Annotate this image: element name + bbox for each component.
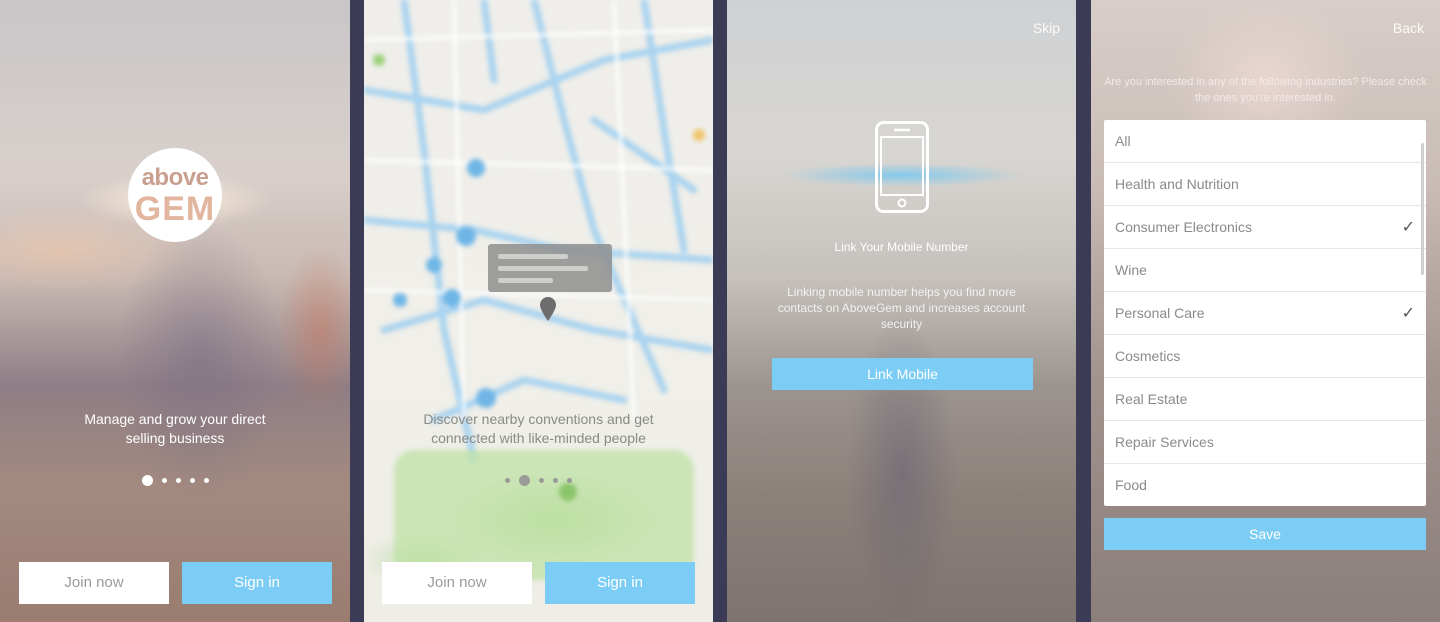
blurred-map-background: [364, 0, 713, 580]
industry-row[interactable]: Health and Nutrition: [1104, 163, 1426, 206]
page-indicator: [0, 475, 350, 486]
industry-label: Personal Care: [1115, 305, 1205, 321]
industries-question: Are you interested in any of the followi…: [1104, 76, 1427, 104]
logo-text-bottom: GEM: [134, 190, 216, 228]
page-dot[interactable]: [161, 478, 167, 483]
page-indicator: [364, 475, 713, 486]
industry-label: Real Estate: [1115, 391, 1188, 407]
industry-row[interactable]: Personal Care ✓: [1104, 292, 1426, 335]
onboarding-screens: above GEM Manage and grow your direct se…: [0, 0, 1440, 622]
industry-label: Cosmetics: [1115, 348, 1181, 364]
sign-in-button[interactable]: Sign in: [182, 562, 332, 604]
industry-row[interactable]: All: [1104, 120, 1426, 163]
link-mobile-description: Linking mobile number helps you find mor…: [777, 285, 1026, 331]
page-dot-active[interactable]: [519, 475, 530, 486]
industry-row[interactable]: Real Estate: [1104, 378, 1426, 421]
discover-screen: Discover nearby conventions and get conn…: [364, 0, 713, 622]
link-mobile-screen: Skip Link Your Mobile Number Linking mob…: [727, 0, 1076, 622]
checkmark-icon: ✓: [1401, 219, 1415, 236]
link-mobile-button[interactable]: Link Mobile: [772, 358, 1033, 390]
back-button[interactable]: Back: [1393, 20, 1424, 36]
industry-row[interactable]: Wine: [1104, 249, 1426, 292]
join-now-button[interactable]: Join now: [382, 562, 532, 604]
industry-label: Health and Nutrition: [1115, 176, 1239, 192]
industry-list: All Health and Nutrition Consumer Electron…: [1104, 120, 1426, 506]
location-callout: [488, 244, 612, 292]
save-button[interactable]: Save: [1104, 518, 1426, 550]
page-dot[interactable]: [175, 478, 181, 483]
industry-row[interactable]: Cosmetics: [1104, 335, 1426, 378]
join-now-button[interactable]: Join now: [19, 562, 169, 604]
list-scrollbar[interactable]: [1421, 143, 1424, 275]
map-pin-icon: [540, 297, 556, 321]
industry-row[interactable]: Repair Services: [1104, 421, 1426, 464]
industry-label: Repair Services: [1115, 434, 1214, 450]
page-dot-active[interactable]: [141, 475, 153, 486]
welcome-tagline: Manage and grow your direct selling busi…: [84, 411, 266, 446]
link-mobile-title: Link Your Mobile Number: [834, 240, 969, 254]
industries-screen: Back Are you interested in any of the fo…: [1091, 0, 1440, 622]
industry-label: Consumer Electronics: [1115, 219, 1252, 235]
abovegem-logo: above GEM: [128, 148, 222, 242]
skip-button[interactable]: Skip: [1033, 20, 1060, 36]
industry-row[interactable]: Consumer Electronics ✓: [1104, 206, 1426, 249]
page-dot[interactable]: [505, 478, 510, 483]
page-dot[interactable]: [189, 478, 195, 483]
page-dot[interactable]: [553, 478, 558, 483]
discover-tagline: Discover nearby conventions and get conn…: [423, 411, 654, 446]
industry-label: All: [1115, 133, 1131, 149]
welcome-screen: above GEM Manage and grow your direct se…: [0, 0, 350, 622]
page-dot[interactable]: [567, 478, 572, 483]
page-dot[interactable]: [203, 478, 209, 483]
sign-in-button[interactable]: Sign in: [545, 562, 695, 604]
industry-row[interactable]: Food: [1104, 464, 1426, 506]
mobile-phone-icon: [875, 121, 929, 213]
industry-label: Wine: [1115, 262, 1147, 278]
page-dot[interactable]: [539, 478, 544, 483]
industry-label: Food: [1115, 477, 1147, 493]
logo-text-top: above: [141, 164, 209, 191]
checkmark-icon: ✓: [1401, 305, 1415, 322]
